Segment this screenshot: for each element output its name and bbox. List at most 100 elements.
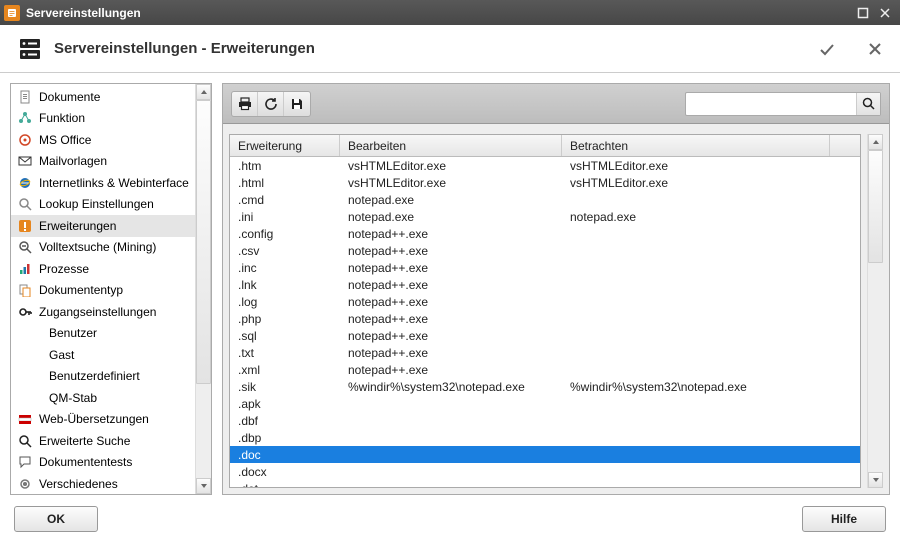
table-row[interactable]: .dbp xyxy=(230,429,860,446)
sidebar-item-prozesse[interactable]: Prozesse xyxy=(11,258,195,280)
sidebar-item-label: Zugangseinstellungen xyxy=(39,305,156,319)
sidebar-item-label: MS Office xyxy=(39,133,91,147)
scroll-up-icon[interactable] xyxy=(196,84,211,100)
reload-button[interactable] xyxy=(258,92,284,116)
table-row[interactable]: .xmlnotepad++.exe xyxy=(230,361,860,378)
body: Dokumente Funktion MS Office Mailvorlagen In… xyxy=(0,73,900,501)
cell-ext: .docx xyxy=(230,465,340,479)
cancel-button[interactable] xyxy=(866,40,884,58)
table-row[interactable]: .lnknotepad++.exe xyxy=(230,276,860,293)
print-button[interactable] xyxy=(232,92,258,116)
sidebar-item-verschiedenes[interactable]: Verschiedenes xyxy=(11,473,195,494)
table-row[interactable]: .sqlnotepad++.exe xyxy=(230,327,860,344)
table-scrollbar[interactable] xyxy=(867,134,883,488)
ie-icon xyxy=(17,175,33,191)
sidebar-item-erweiterte-suche[interactable]: Erweiterte Suche xyxy=(11,430,195,452)
col-view[interactable]: Betrachten xyxy=(562,135,830,156)
window-close-button[interactable] xyxy=(876,4,894,22)
search-box xyxy=(685,92,881,116)
maximize-button[interactable] xyxy=(854,4,872,22)
cell-ext: .dot xyxy=(230,482,340,488)
cell-ext: .xml xyxy=(230,363,340,377)
page-header: Servereinstellungen - Erweiterungen xyxy=(0,25,900,73)
cell-view: %windir%\system32\notepad.exe xyxy=(562,380,860,394)
table-row[interactable]: .ininotepad.exenotepad.exe xyxy=(230,208,860,225)
cell-edit: vsHTMLEditor.exe xyxy=(340,176,562,190)
sidebar-item-volltextsuche-mining-[interactable]: Volltextsuche (Mining) xyxy=(11,237,195,259)
lang-icon xyxy=(17,411,33,427)
sidebar-item-label: Mailvorlagen xyxy=(39,154,107,168)
table-row[interactable]: .dot xyxy=(230,480,860,487)
scroll-thumb[interactable] xyxy=(868,150,883,263)
mail-icon xyxy=(17,153,33,169)
col-extension[interactable]: Erweiterung xyxy=(230,135,340,156)
sidebar-item-benutzer[interactable]: Benutzer xyxy=(11,323,195,345)
cell-edit: %windir%\system32\notepad.exe xyxy=(340,380,562,394)
help-button[interactable]: Hilfe xyxy=(802,506,886,532)
sidebar-item-label: Benutzer xyxy=(49,326,97,340)
table-row[interactable]: .htmlvsHTMLEditor.exevsHTMLEditor.exe xyxy=(230,174,860,191)
doc-icon xyxy=(17,89,33,105)
table-row[interactable]: .cmdnotepad.exe xyxy=(230,191,860,208)
sidebar-item-zugangseinstellungen[interactable]: Zugangseinstellungen xyxy=(11,301,195,323)
scroll-track[interactable] xyxy=(868,150,883,472)
scroll-thumb[interactable] xyxy=(196,100,211,384)
table-row[interactable]: .csvnotepad++.exe xyxy=(230,242,860,259)
sidebar-item-mailvorlagen[interactable]: Mailvorlagen xyxy=(11,151,195,173)
sidebar-item-label: Funktion xyxy=(39,111,85,125)
sidebar-item-label: Dokumente xyxy=(39,90,100,104)
table-row[interactable]: .txtnotepad++.exe xyxy=(230,344,860,361)
cell-ext: .sql xyxy=(230,329,340,343)
nav-list-wrap: Dokumente Funktion MS Office Mailvorlagen In… xyxy=(10,83,212,495)
table-row[interactable]: .doc xyxy=(230,446,860,463)
table-row[interactable]: .docx xyxy=(230,463,860,480)
sidebar-item-label: Verschiedenes xyxy=(39,477,118,491)
cell-view: vsHTMLEditor.exe xyxy=(562,176,860,190)
sidebar-item-erweiterungen[interactable]: Erweiterungen xyxy=(11,215,195,237)
sidebar-item-funktion[interactable]: Funktion xyxy=(11,108,195,130)
table-row[interactable]: .apk xyxy=(230,395,860,412)
table-row[interactable]: .dbf xyxy=(230,412,860,429)
scroll-down-icon[interactable] xyxy=(196,478,211,494)
cell-ext: .txt xyxy=(230,346,340,360)
proc-icon xyxy=(17,261,33,277)
sidebar: Dokumente Funktion MS Office Mailvorlagen In… xyxy=(10,83,212,495)
sidebar-item-ms-office[interactable]: MS Office xyxy=(11,129,195,151)
sidebar-item-benutzerdefiniert[interactable]: Benutzerdefiniert xyxy=(11,366,195,388)
table-row[interactable]: .phpnotepad++.exe xyxy=(230,310,860,327)
scroll-track[interactable] xyxy=(196,100,211,478)
table-row[interactable]: .confignotepad++.exe xyxy=(230,225,860,242)
cell-edit: notepad++.exe xyxy=(340,295,562,309)
content-panel: Erweiterung Bearbeiten Betrachten .htmvs… xyxy=(222,83,890,495)
sidebar-item-gast[interactable]: Gast xyxy=(11,344,195,366)
search-button[interactable] xyxy=(856,93,880,115)
search-input[interactable] xyxy=(686,97,856,111)
sidebar-item-lookup-einstellungen[interactable]: Lookup Einstellungen xyxy=(11,194,195,216)
save-button[interactable] xyxy=(284,92,310,116)
access-icon xyxy=(17,304,33,320)
cell-edit: notepad.exe xyxy=(340,210,562,224)
table-row[interactable]: .htmvsHTMLEditor.exevsHTMLEditor.exe xyxy=(230,157,860,174)
settings-window: Servereinstellungen Servereinstellungen … xyxy=(0,0,900,545)
sidebar-item-qm-stab[interactable]: QM-Stab xyxy=(11,387,195,409)
sidebar-item-dokumententyp[interactable]: Dokumententyp xyxy=(11,280,195,302)
sidebar-item-web-bersetzungen[interactable]: Web-Übersetzungen xyxy=(11,409,195,431)
sidebar-item-dokumente[interactable]: Dokumente xyxy=(11,86,195,108)
confirm-button[interactable] xyxy=(818,40,836,58)
sidebar-item-internetlinks-webinterface[interactable]: Internetlinks & Webinterface xyxy=(11,172,195,194)
cell-edit: notepad++.exe xyxy=(340,261,562,275)
table-row[interactable]: .incnotepad++.exe xyxy=(230,259,860,276)
table-row[interactable]: .lognotepad++.exe xyxy=(230,293,860,310)
ok-button[interactable]: OK xyxy=(14,506,98,532)
cell-edit: notepad++.exe xyxy=(340,329,562,343)
sidebar-item-dokumententests[interactable]: Dokumententests xyxy=(11,452,195,474)
cell-view: notepad.exe xyxy=(562,210,860,224)
sidebar-item-label: Internetlinks & Webinterface xyxy=(39,176,189,190)
table-header: Erweiterung Bearbeiten Betrachten xyxy=(230,135,860,157)
cell-ext: .dbp xyxy=(230,431,340,445)
sidebar-scrollbar[interactable] xyxy=(195,84,211,494)
scroll-up-icon[interactable] xyxy=(868,134,883,150)
col-edit[interactable]: Bearbeiten xyxy=(340,135,562,156)
table-row[interactable]: .sik%windir%\system32\notepad.exe%windir… xyxy=(230,378,860,395)
scroll-down-icon[interactable] xyxy=(868,472,883,488)
